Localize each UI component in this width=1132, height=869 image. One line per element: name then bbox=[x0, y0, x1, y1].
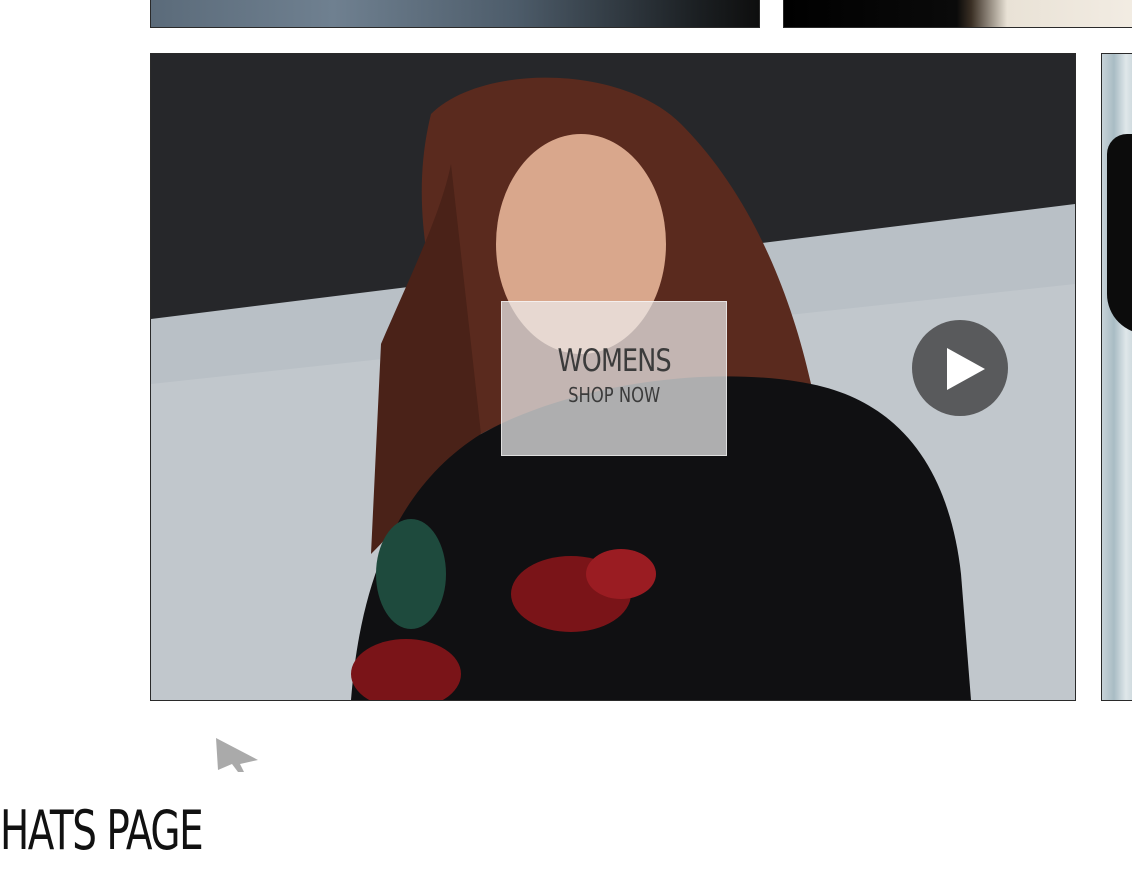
category-tile-top-left[interactable] bbox=[150, 0, 760, 28]
category-title: WOMENS bbox=[557, 343, 671, 379]
shop-now-label: SHOP NOW bbox=[567, 383, 661, 407]
category-tile-top-right[interactable] bbox=[783, 0, 1132, 28]
category-tile-right[interactable] bbox=[1101, 53, 1132, 701]
page-heading: HATS PAGE bbox=[0, 799, 204, 862]
page: WOMENS SHOP NOW HATS PAGE bbox=[0, 0, 1132, 869]
play-icon bbox=[947, 348, 985, 390]
category-label-box[interactable]: WOMENS SHOP NOW bbox=[501, 301, 727, 456]
right-photo-shape bbox=[1107, 134, 1132, 334]
play-button[interactable] bbox=[912, 320, 1008, 416]
mouse-pointer-icon bbox=[216, 738, 258, 772]
category-tile-womens[interactable]: WOMENS SHOP NOW bbox=[150, 53, 1076, 701]
